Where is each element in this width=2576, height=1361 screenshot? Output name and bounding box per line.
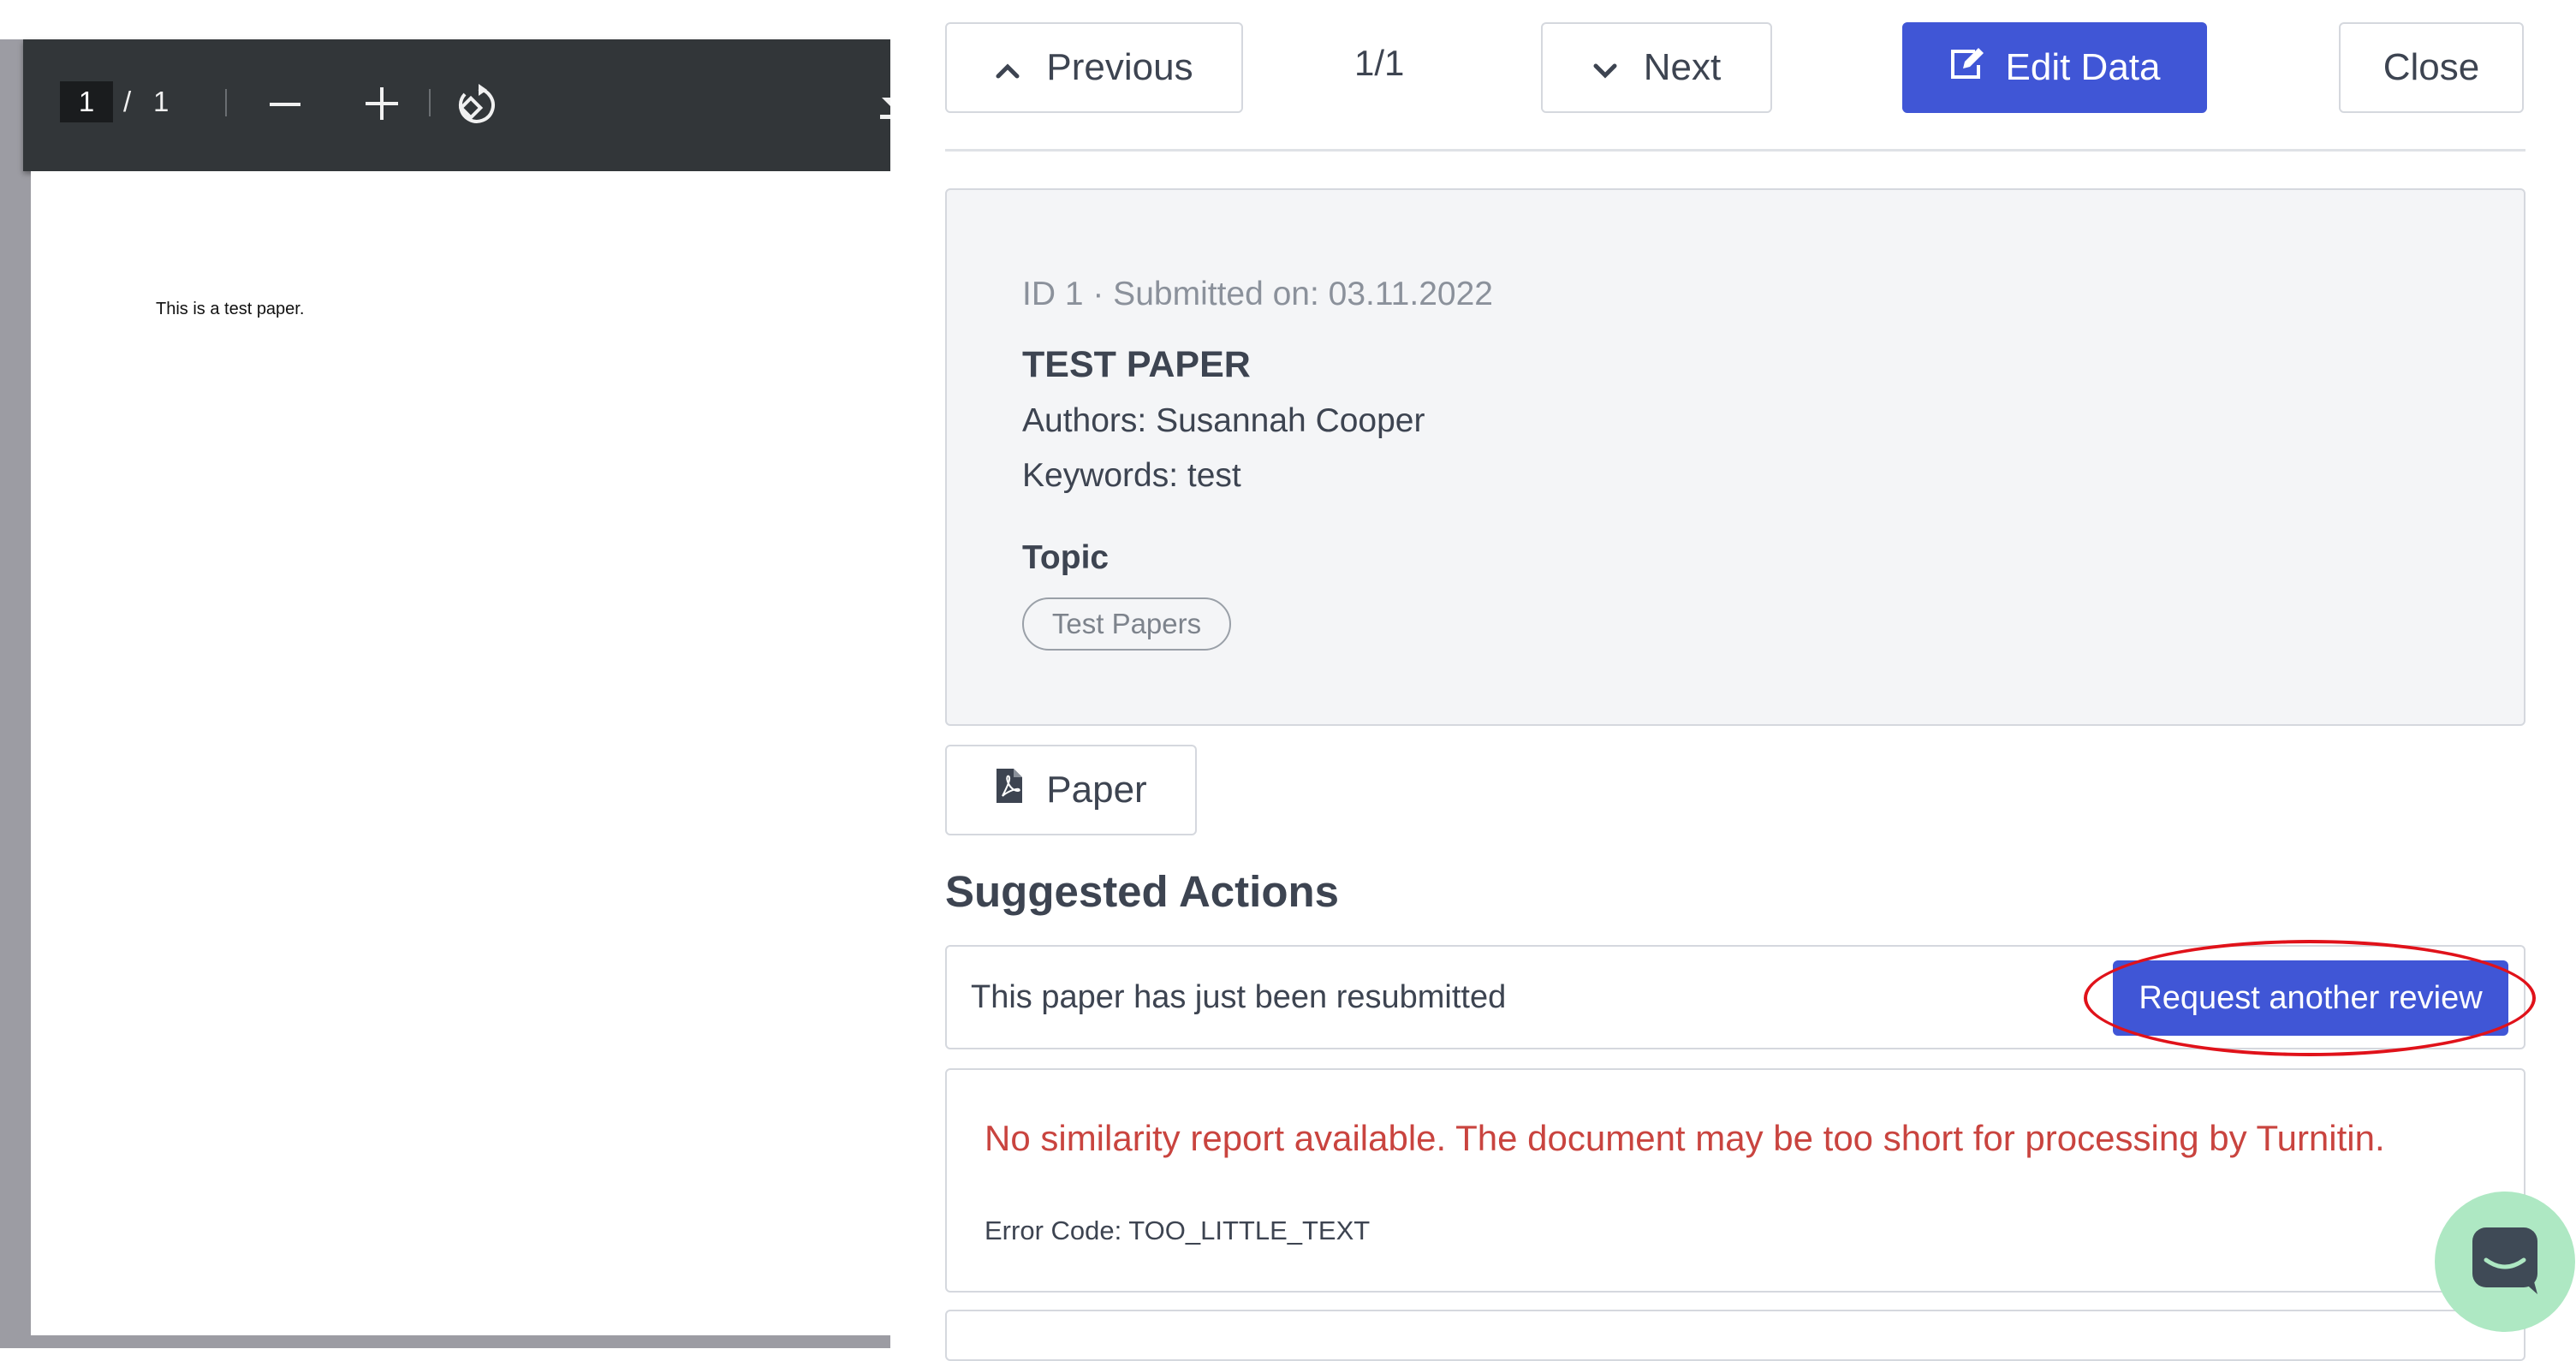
similarity-error-code: Error Code: TOO_LITTLE_TEXT <box>985 1215 1371 1245</box>
submission-meta: ID 1 · Submitted on: 03.11.2022 <box>1022 276 1493 312</box>
pdf-viewer: 1 / 1 This is a test paper. <box>0 0 890 1348</box>
topic-heading: Topic <box>1022 539 1110 576</box>
toolbar-divider <box>225 89 227 116</box>
edit-data-label: Edit Data <box>2005 46 2161 88</box>
suggested-actions-heading: Suggested Actions <box>945 867 1339 916</box>
previous-label: Previous <box>1046 46 1193 88</box>
paper-detail-panel: Previous 1/1 Next Edit Data Close ID 1 ·… <box>945 0 2536 1361</box>
edit-icon <box>1949 46 1987 90</box>
edit-data-button[interactable]: Edit Data <box>1902 22 2207 113</box>
pdf-file-icon <box>995 767 1024 814</box>
page-number-input[interactable]: 1 <box>60 81 113 122</box>
chat-icon <box>2469 1224 2541 1300</box>
viewer-top-strip <box>0 0 890 39</box>
download-icon[interactable] <box>877 82 890 122</box>
chevron-up-icon <box>995 46 1020 89</box>
paper-file-label: Paper <box>1046 769 1147 811</box>
page-separator: / <box>123 86 132 117</box>
paper-title: TEST PAPER <box>1022 344 1251 385</box>
chat-launcher-button[interactable] <box>2435 1192 2575 1332</box>
paper-info-card: ID 1 · Submitted on: 03.11.2022 TEST PAP… <box>945 188 2525 726</box>
pdf-toolbar: 1 / 1 <box>23 39 890 171</box>
zoom-out-button[interactable] <box>270 103 300 106</box>
chevron-down-icon <box>1592 46 1618 89</box>
pdf-page: This is a test paper. <box>31 171 890 1335</box>
pdf-page-text: This is a test paper. <box>156 300 305 318</box>
next-button[interactable]: Next <box>1541 22 1772 113</box>
paper-file-button[interactable]: Paper <box>945 745 1197 835</box>
page-total: 1 <box>153 86 170 117</box>
similarity-report-card: No similarity report available. The docu… <box>945 1068 2525 1293</box>
next-card <box>945 1310 2525 1361</box>
rotate-icon[interactable] <box>453 82 497 127</box>
paper-keywords: Keywords: test <box>1022 457 1241 494</box>
paper-authors: Authors: Susannah Cooper <box>1022 402 1425 439</box>
record-counter: 1/1 <box>1354 43 1405 83</box>
previous-button[interactable]: Previous <box>945 22 1243 113</box>
close-label: Close <box>2383 46 2480 88</box>
toolbar-divider <box>429 89 431 116</box>
suggested-action-message: This paper has just been resubmitted <box>971 979 1507 1015</box>
highlight-annotation <box>2084 940 2536 1056</box>
similarity-error-message: No similarity report available. The docu… <box>985 1118 2385 1158</box>
header-divider <box>945 149 2525 152</box>
next-label: Next <box>1643 46 1722 88</box>
close-button[interactable]: Close <box>2339 22 2524 113</box>
topic-tag: Test Papers <box>1022 597 1231 651</box>
zoom-in-button[interactable] <box>366 87 398 120</box>
